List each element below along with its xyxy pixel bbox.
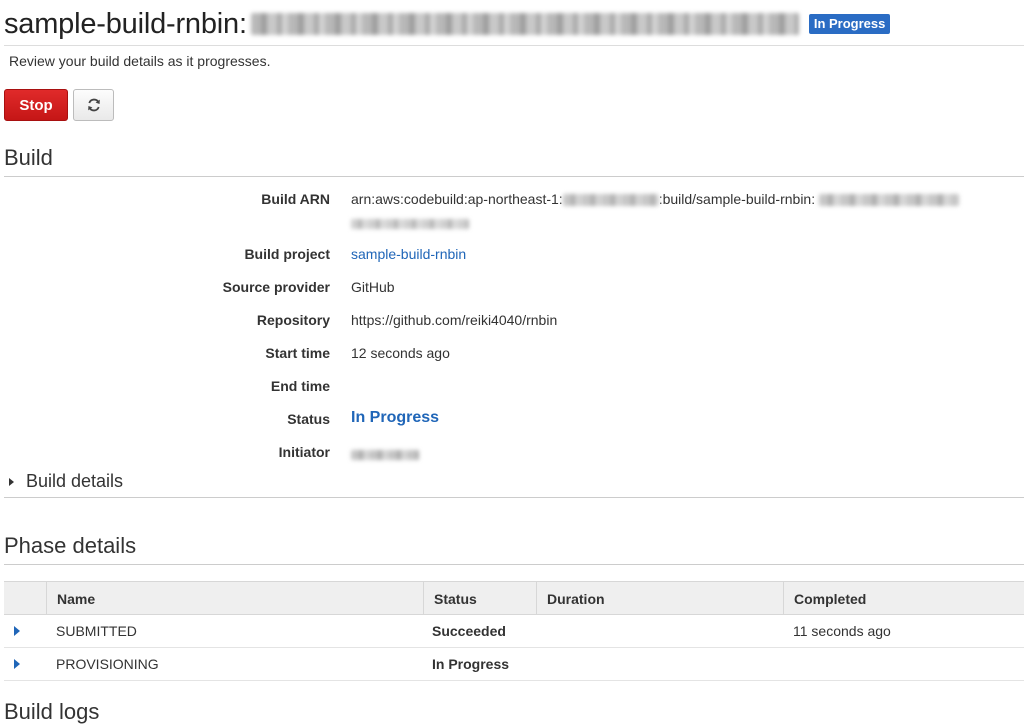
build-section-title: Build <box>4 145 53 170</box>
build-details-label: Build details <box>26 471 124 491</box>
title-divider <box>4 45 1024 46</box>
redacted-account-id <box>562 194 659 207</box>
column-header-duration[interactable]: Duration <box>536 582 783 615</box>
logs-section-title: Build logs <box>4 699 100 724</box>
table-row: PROVISIONING In Progress <box>4 648 1024 681</box>
start-time-value: 12 seconds ago <box>351 345 450 361</box>
build-arn-continuation <box>351 216 469 232</box>
page-title: sample-build-rnbin: <box>4 7 247 40</box>
repository-value: https://github.com/reiki4040/rnbin <box>351 312 558 328</box>
build-arn-middle: :build/sample-build-rnbin: <box>658 191 816 207</box>
initiator-value <box>351 447 419 463</box>
build-arn-value: arn:aws:codebuild:ap-northeast-1: :build/… <box>351 191 960 207</box>
redacted-build-id <box>250 13 799 35</box>
build-project-link[interactable]: sample-build-rnbin <box>351 246 466 262</box>
page-subtitle: Review your build details as it progress… <box>9 53 271 69</box>
start-time-label: Start time <box>265 345 330 361</box>
refresh-button[interactable] <box>73 89 114 121</box>
build-details-divider <box>4 497 1024 498</box>
phase-completed: 11 seconds ago <box>793 623 891 639</box>
stop-button[interactable]: Stop <box>4 89 68 121</box>
redacted-build-uuid <box>819 194 960 207</box>
end-time-label: End time <box>270 378 330 394</box>
column-header-completed[interactable]: Completed <box>783 582 1024 615</box>
redacted-initiator <box>351 450 419 460</box>
build-project-label: Build project <box>244 246 330 262</box>
phase-status: In Progress <box>432 656 510 672</box>
repository-label: Repository <box>256 312 330 328</box>
phase-status: Succeeded <box>432 623 506 639</box>
refresh-icon <box>87 98 100 112</box>
source-provider-value: GitHub <box>351 279 395 295</box>
page-header: sample-build-rnbin: In Progress <box>4 2 891 46</box>
caret-right-icon <box>14 659 20 669</box>
column-header-status[interactable]: Status <box>423 582 536 615</box>
build-arn-prefix: arn:aws:codebuild:ap-northeast-1: <box>351 191 563 207</box>
caret-right-icon <box>14 626 20 636</box>
phase-table: Name Status Duration Completed SUBMITTED… <box>4 581 1024 681</box>
source-provider-label: Source provider <box>222 279 330 295</box>
table-row: SUBMITTED Succeeded 11 seconds ago <box>4 615 1024 648</box>
status-value: In Progress <box>351 409 440 426</box>
phase-section-title: Phase details <box>4 533 137 558</box>
build-arn-label: Build ARN <box>261 191 330 207</box>
row-expand-toggle[interactable] <box>14 648 20 680</box>
redacted-build-uuid-tail <box>351 219 469 229</box>
phase-name: PROVISIONING <box>56 656 159 672</box>
phase-section-divider <box>4 564 1024 565</box>
build-section-divider <box>4 176 1024 177</box>
build-details-toggle[interactable]: Build details <box>9 471 123 492</box>
phase-table-header: Name Status Duration Completed <box>4 581 1024 615</box>
status-badge: In Progress <box>808 14 891 34</box>
phase-name: SUBMITTED <box>56 623 137 639</box>
status-label: Status <box>287 411 330 427</box>
row-expand-toggle[interactable] <box>14 615 20 647</box>
caret-right-icon <box>9 477 14 486</box>
column-header-name[interactable]: Name <box>46 582 423 615</box>
initiator-label: Initiator <box>278 444 330 460</box>
